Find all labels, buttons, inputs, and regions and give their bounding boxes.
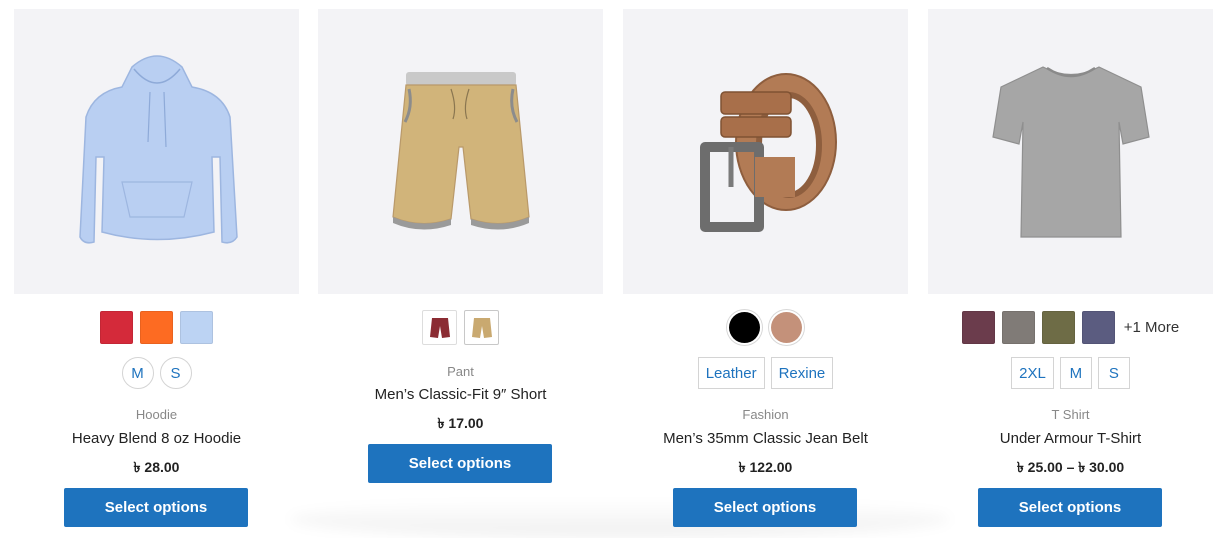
swatch-slate-blue[interactable] bbox=[1081, 311, 1115, 344]
product-price: ৳ 122.00 bbox=[738, 459, 793, 475]
image-swatches bbox=[318, 310, 603, 345]
size-option-s[interactable]: S bbox=[159, 357, 192, 389]
select-options-button[interactable]: Select options bbox=[64, 488, 248, 527]
size-option-2xl[interactable]: 2XL bbox=[1011, 357, 1054, 389]
shorts-thumbnail-icon bbox=[471, 317, 492, 338]
product-title[interactable]: Heavy Blend 8 oz Hoodie bbox=[14, 430, 299, 447]
select-options-button[interactable]: Select options bbox=[673, 488, 857, 527]
size-option-s[interactable]: S bbox=[1097, 357, 1130, 389]
more-swatches-link[interactable]: +1 More bbox=[1124, 319, 1179, 336]
product-title[interactable]: Men’s Classic-Fit 9″ Short bbox=[318, 386, 603, 403]
product-category: Pant bbox=[447, 364, 474, 379]
product-card-tshirt: +1 More 2XL M S T Shirt Under Armour T-S… bbox=[928, 9, 1214, 538]
product-card-hoodie: M S Hoodie Heavy Blend 8 oz Hoodie ৳ 28.… bbox=[14, 9, 300, 538]
swatch-maroon-shorts[interactable] bbox=[422, 310, 457, 345]
product-image[interactable] bbox=[318, 9, 603, 294]
swatch-light-blue[interactable] bbox=[180, 311, 213, 344]
material-options: Leather Rexine bbox=[623, 357, 908, 389]
swatch-olive[interactable] bbox=[1041, 311, 1075, 344]
product-card-belt: Leather Rexine Fashion Men’s 35mm Classi… bbox=[623, 9, 909, 538]
size-option-m[interactable]: M bbox=[1059, 357, 1092, 389]
select-options-button[interactable]: Select options bbox=[978, 488, 1162, 527]
product-price: ৳ 25.00 – ৳ 30.00 bbox=[1016, 459, 1125, 475]
color-swatches bbox=[623, 312, 908, 343]
product-image[interactable] bbox=[623, 9, 908, 294]
swatch-gray[interactable] bbox=[1001, 311, 1035, 344]
size-options: 2XL M S bbox=[928, 357, 1213, 389]
belt-image bbox=[699, 72, 837, 232]
swatch-orange[interactable] bbox=[140, 311, 173, 344]
size-options: M S bbox=[14, 357, 299, 389]
color-swatches: +1 More bbox=[928, 311, 1213, 344]
tshirt-image bbox=[991, 65, 1150, 238]
product-title[interactable]: Under Armour T-Shirt bbox=[928, 430, 1213, 447]
product-category: T Shirt bbox=[1051, 407, 1090, 422]
product-category: Hoodie bbox=[135, 407, 178, 422]
product-price: ৳ 28.00 bbox=[133, 459, 180, 475]
product-image[interactable] bbox=[14, 9, 299, 294]
size-option-m[interactable]: M bbox=[121, 357, 154, 389]
hoodie-image bbox=[78, 54, 238, 244]
material-option-leather[interactable]: Leather bbox=[697, 357, 765, 389]
swatch-red[interactable] bbox=[100, 311, 133, 344]
product-category: Fashion bbox=[742, 407, 789, 422]
material-option-rexine[interactable]: Rexine bbox=[770, 357, 834, 389]
shorts-image bbox=[391, 71, 530, 230]
swatch-tan[interactable] bbox=[771, 312, 802, 343]
shorts-thumbnail-icon bbox=[429, 317, 450, 338]
product-title[interactable]: Men’s 35mm Classic Jean Belt bbox=[623, 430, 908, 447]
product-image[interactable] bbox=[928, 9, 1213, 294]
swatch-khaki-shorts[interactable] bbox=[464, 310, 499, 345]
swatch-plum[interactable] bbox=[961, 311, 995, 344]
color-swatches bbox=[14, 311, 299, 344]
product-card-shorts: Pant Men’s Classic-Fit 9″ Short ৳ 17.00 … bbox=[318, 9, 604, 538]
swatch-black[interactable] bbox=[729, 312, 760, 343]
product-price: ৳ 17.00 bbox=[437, 415, 484, 431]
select-options-button[interactable]: Select options bbox=[368, 444, 552, 483]
